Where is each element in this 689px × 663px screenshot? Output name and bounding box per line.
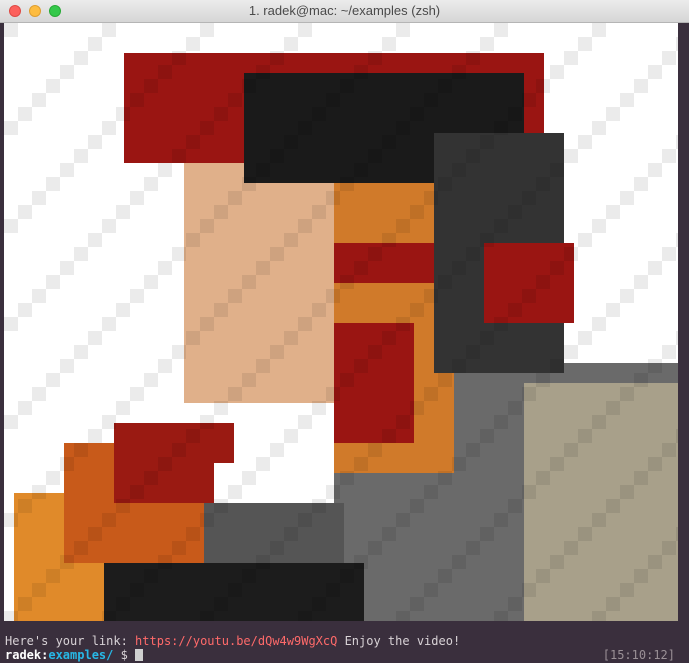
prompt-user: radek	[5, 648, 42, 662]
window-title: 1. radek@mac: ~/examples (zsh)	[248, 3, 441, 18]
prompt-symbol: $	[113, 648, 136, 662]
video-link[interactable]: https://youtu.be/dQw4w9WgXcQ	[135, 634, 337, 648]
title-bar[interactable]: 1. radek@mac: ~/examples (zsh)	[0, 0, 689, 23]
message-prefix: Here's your link:	[5, 634, 136, 648]
terminal-content[interactable]: Here's your link: https://youtu.be/dQw4w…	[0, 23, 689, 663]
clock: [15:10:12]	[602, 648, 675, 662]
pixelated-portrait-image	[4, 23, 678, 621]
text-cursor	[135, 649, 144, 661]
pixel-art-svg	[4, 23, 678, 621]
output-line: Here's your link: https://youtu.be/dQw4w…	[5, 634, 460, 648]
message-suffix: Enjoy the video!	[337, 634, 461, 648]
prompt-line[interactable]: radek:examples/ $	[5, 648, 144, 662]
prompt-directory: examples/	[48, 648, 114, 662]
terminal-window: 1. radek@mac: ~/examples (zsh) Here's yo…	[0, 0, 689, 663]
